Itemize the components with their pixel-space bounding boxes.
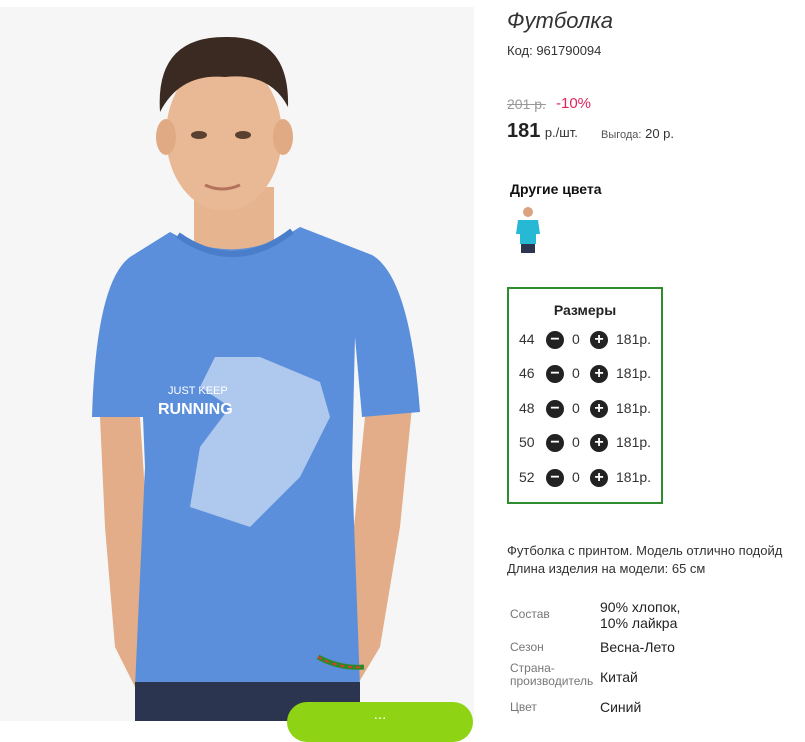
description-line: Футболка с принтом. Модель отлично подой… <box>507 543 783 558</box>
increase-button[interactable]: + <box>590 365 608 383</box>
increase-button[interactable]: + <box>590 331 608 349</box>
spec-value-composition: 90% хлопок, 10% лайкра <box>600 599 680 631</box>
benefit-value: 20 р. <box>645 126 675 141</box>
size-row: 48 − 0 + 181р. <box>509 400 661 420</box>
current-price: 181 р./шт. <box>507 120 578 143</box>
size-quantity: 0 <box>572 434 580 450</box>
other-colors-heading: Другие цвета <box>510 181 602 197</box>
size-label: 48 <box>519 400 535 416</box>
product-photo[interactable]: JUST KEEP RUNNING <box>0 7 474 721</box>
size-quantity: 0 <box>572 365 580 381</box>
size-price: 181р. <box>616 434 652 450</box>
decrease-button[interactable]: − <box>546 434 564 452</box>
size-quantity: 0 <box>572 400 580 416</box>
product-code: Код: 961790094 <box>507 43 602 58</box>
size-quantity: 0 <box>572 469 580 485</box>
decrease-button[interactable]: − <box>546 469 564 487</box>
size-price: 181р. <box>616 331 652 347</box>
sizes-heading: Размеры <box>553 302 617 318</box>
decrease-button[interactable]: − <box>546 365 564 383</box>
size-row: 46 − 0 + 181р. <box>509 365 661 385</box>
size-label: 46 <box>519 365 535 381</box>
size-price: 181р. <box>616 469 652 485</box>
size-label: 44 <box>519 331 535 347</box>
color-thumbnail-image <box>516 207 540 253</box>
size-row: 52 − 0 + 181р. <box>509 469 661 489</box>
size-row: 50 − 0 + 181р. <box>509 434 661 454</box>
spec-label-color: Цвет <box>510 700 537 714</box>
increase-button[interactable]: + <box>590 469 608 487</box>
spec-value-country: Китай <box>600 669 638 685</box>
product-title: Футболка <box>507 8 613 33</box>
size-quantity: 0 <box>572 331 580 347</box>
spec-value-color: Синий <box>600 699 642 715</box>
size-label: 52 <box>519 469 535 485</box>
price-unit: р./шт. <box>544 125 578 140</box>
add-to-cart-button[interactable]: ... <box>287 702 473 742</box>
price-value: 181 <box>507 120 541 142</box>
spec-label-composition: Состав <box>510 607 550 621</box>
increase-button[interactable]: + <box>590 434 608 452</box>
print-text-top: JUST KEEP <box>168 385 228 397</box>
print-text-bottom: RUNNING <box>158 401 233 418</box>
spec-label-season: Сезон <box>510 640 544 654</box>
decrease-button[interactable]: − <box>546 400 564 418</box>
size-price: 181р. <box>616 365 652 381</box>
composition-line: 90% хлопок, <box>600 599 681 615</box>
sizes-panel: Размеры 44 − 0 + 181р. 46 − 0 + 181р. 48… <box>507 287 663 504</box>
spec-value-season: Весна-Лето <box>600 639 675 655</box>
composition-line: 10% лайкра <box>600 615 678 631</box>
increase-button[interactable]: + <box>590 400 608 418</box>
size-price: 181р. <box>616 400 652 416</box>
product-description: Футболка с принтом. Модель отлично подой… <box>507 542 782 578</box>
decrease-button[interactable]: − <box>546 331 564 349</box>
size-row: 44 − 0 + 181р. <box>509 331 661 351</box>
spec-label-country: Страна- производитель <box>510 662 593 688</box>
benefit: Выгода: 20 р. <box>601 126 674 141</box>
color-thumbnail[interactable] <box>512 204 544 254</box>
discount-badge: -10% <box>556 95 592 112</box>
description-line: Длина изделия на модели: 65 см <box>507 561 706 576</box>
old-price: 201 р. <box>507 96 546 112</box>
model-image: JUST KEEP RUNNING <box>0 7 474 721</box>
country-label-line: производитель <box>510 674 594 688</box>
size-label: 50 <box>519 434 535 450</box>
benefit-label: Выгода: <box>601 129 642 141</box>
